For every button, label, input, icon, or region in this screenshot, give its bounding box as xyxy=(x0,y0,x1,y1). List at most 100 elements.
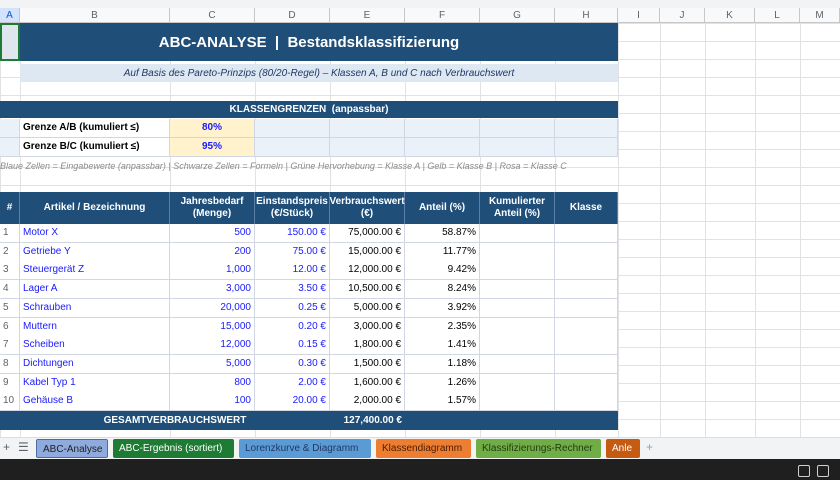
table-header-7[interactable]: Klasse xyxy=(555,192,618,224)
limit-empty-cell[interactable] xyxy=(480,138,555,157)
table-header-1[interactable]: Artikel / Bezeichnung xyxy=(20,192,170,224)
selected-cell-a1[interactable] xyxy=(0,23,20,61)
article-name[interactable]: Motor X xyxy=(20,224,170,243)
column-header-m[interactable]: M xyxy=(800,8,840,23)
row-number[interactable]: 6 xyxy=(0,317,20,337)
add-sheet-icon[interactable]: + xyxy=(3,440,10,454)
table-cell[interactable]: 15,000.00 € xyxy=(330,242,405,262)
table-cell[interactable]: 9.42% xyxy=(405,261,480,281)
column-header-f[interactable]: F xyxy=(405,8,480,23)
table-cell[interactable]: 1,500.00 € xyxy=(330,354,405,374)
table-cell[interactable]: 0.20 € xyxy=(255,317,330,337)
article-name[interactable]: Scheiben xyxy=(20,336,170,356)
table-cell[interactable]: 0.15 € xyxy=(255,336,330,356)
table-cell[interactable] xyxy=(480,298,555,318)
table-cell[interactable]: 3,000 xyxy=(170,280,255,300)
table-header-3[interactable]: Einstandspreis (€/Stück) xyxy=(255,192,330,224)
limit-empty-cell[interactable] xyxy=(255,119,330,138)
column-header-k[interactable]: K xyxy=(705,8,755,23)
column-header-i[interactable]: I xyxy=(618,8,660,23)
table-cell[interactable] xyxy=(480,373,555,393)
table-cell[interactable]: 15,000 xyxy=(170,317,255,337)
table-cell[interactable] xyxy=(555,224,618,243)
sheet-tab-2[interactable]: Lorenzkurve & Diagramm xyxy=(239,439,371,458)
table-cell[interactable]: 200 xyxy=(170,242,255,262)
column-header-g[interactable]: G xyxy=(480,8,555,23)
table-cell[interactable] xyxy=(480,242,555,262)
column-header-c[interactable]: C xyxy=(170,8,255,23)
all-sheets-menu-icon[interactable]: ☰ xyxy=(18,440,29,454)
table-header-6[interactable]: Kumulierter Anteil (%) xyxy=(480,192,555,224)
table-cell[interactable]: 100 xyxy=(170,392,255,412)
row-number[interactable]: 1 xyxy=(0,224,20,243)
tab-scroll-icon[interactable]: + xyxy=(646,440,653,454)
table-cell[interactable]: 1,600.00 € xyxy=(330,373,405,393)
table-cell[interactable]: 20,000 xyxy=(170,298,255,318)
sheet-tab-5[interactable]: Anle xyxy=(606,439,640,458)
table-cell[interactable]: 75,000.00 € xyxy=(330,224,405,243)
table-cell[interactable]: 2.00 € xyxy=(255,373,330,393)
row-number[interactable]: 7 xyxy=(0,336,20,356)
limit-empty-cell[interactable] xyxy=(555,119,618,138)
table-header-2[interactable]: Jahresbedarf (Menge) xyxy=(170,192,255,224)
copy-icon[interactable] xyxy=(798,465,810,477)
row-number[interactable]: 4 xyxy=(0,280,20,300)
article-name[interactable]: Lager A xyxy=(20,280,170,300)
table-cell[interactable]: 0.25 € xyxy=(255,298,330,318)
row-number[interactable]: 8 xyxy=(0,354,20,374)
limit-empty-cell[interactable] xyxy=(405,119,480,138)
table-cell[interactable]: 75.00 € xyxy=(255,242,330,262)
table-cell[interactable]: 150.00 € xyxy=(255,224,330,243)
table-cell[interactable]: 3.92% xyxy=(405,298,480,318)
table-cell[interactable] xyxy=(555,280,618,300)
table-cell[interactable]: 1.41% xyxy=(405,336,480,356)
column-header-j[interactable]: J xyxy=(660,8,705,23)
table-header-0[interactable]: # xyxy=(0,192,20,224)
article-name[interactable]: Schrauben xyxy=(20,298,170,318)
limit-empty-cell[interactable] xyxy=(255,138,330,157)
table-header-4[interactable]: Verbrauchswert (€) xyxy=(329,192,405,224)
table-cell[interactable]: 12.00 € xyxy=(255,261,330,281)
row-number[interactable]: 5 xyxy=(0,298,20,318)
table-cell[interactable]: 0.30 € xyxy=(255,354,330,374)
limit-empty-cell[interactable] xyxy=(480,119,555,138)
column-header-h[interactable]: H xyxy=(555,8,618,23)
table-cell[interactable] xyxy=(480,392,555,412)
table-cell[interactable]: 500 xyxy=(170,224,255,243)
column-header-l[interactable]: L xyxy=(755,8,800,23)
limit-empty-cell[interactable] xyxy=(330,138,405,157)
table-cell[interactable]: 20.00 € xyxy=(255,392,330,412)
table-cell[interactable] xyxy=(480,336,555,356)
table-cell[interactable]: 2.35% xyxy=(405,317,480,337)
table-cell[interactable] xyxy=(480,354,555,374)
limit-empty-cell[interactable] xyxy=(555,138,618,157)
table-cell[interactable]: 58.87% xyxy=(405,224,480,243)
table-cell[interactable]: 1.18% xyxy=(405,354,480,374)
column-header-e[interactable]: E xyxy=(330,8,405,23)
clipboard-icon[interactable] xyxy=(817,465,829,477)
table-cell[interactable] xyxy=(480,317,555,337)
column-header-d[interactable]: D xyxy=(255,8,330,23)
table-cell[interactable]: 2,000.00 € xyxy=(330,392,405,412)
table-cell[interactable]: 8.24% xyxy=(405,280,480,300)
limit-value-input[interactable]: 95% xyxy=(170,138,255,157)
article-name[interactable]: Getriebe Y xyxy=(20,242,170,262)
table-cell[interactable] xyxy=(555,298,618,318)
table-cell[interactable]: 12,000.00 € xyxy=(330,261,405,281)
limit-side-cell[interactable] xyxy=(0,138,20,157)
table-cell[interactable]: 800 xyxy=(170,373,255,393)
table-cell[interactable]: 11.77% xyxy=(405,242,480,262)
sheet-tab-0[interactable]: ABC-Analyse xyxy=(36,439,108,458)
limit-empty-cell[interactable] xyxy=(405,138,480,157)
table-cell[interactable] xyxy=(555,336,618,356)
table-cell[interactable] xyxy=(555,242,618,262)
limit-side-cell[interactable] xyxy=(0,119,20,138)
row-number[interactable]: 2 xyxy=(0,242,20,262)
table-cell[interactable]: 5,000.00 € xyxy=(330,298,405,318)
limit-empty-cell[interactable] xyxy=(330,119,405,138)
table-cell[interactable]: 1.57% xyxy=(405,392,480,412)
table-cell[interactable] xyxy=(480,224,555,243)
limit-value-input[interactable]: 80% xyxy=(170,119,255,138)
table-cell[interactable]: 5,000 xyxy=(170,354,255,374)
column-header-a[interactable]: A xyxy=(0,8,20,23)
